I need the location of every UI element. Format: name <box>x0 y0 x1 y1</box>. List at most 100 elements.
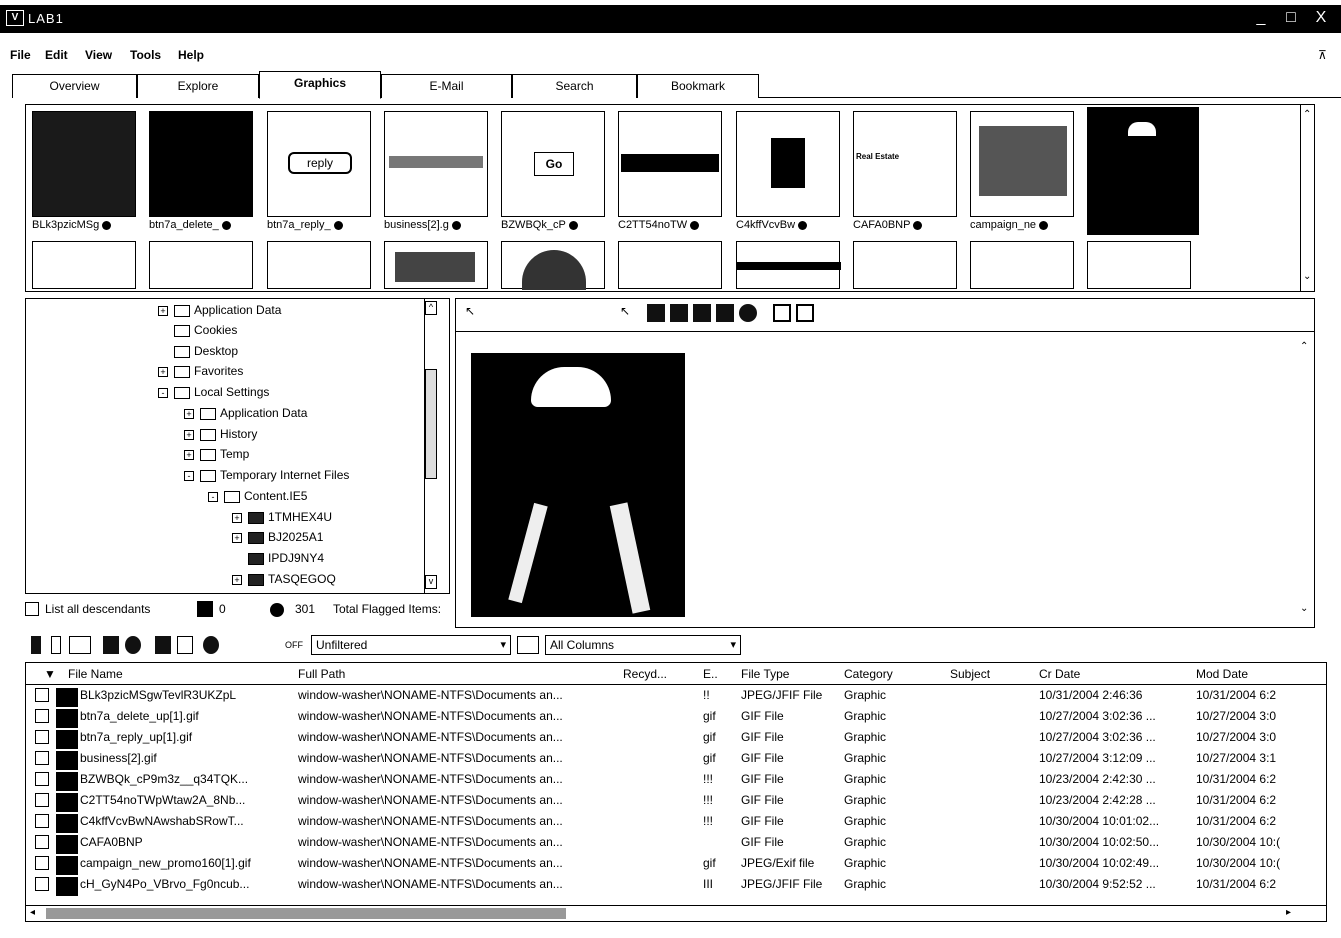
table-row[interactable]: C2TT54noTWpWtaw2A_8Nb... window-washer\NO… <box>26 792 1326 812</box>
col-file-type[interactable]: File Type <box>741 667 789 681</box>
scroll-thumb[interactable] <box>46 908 566 919</box>
tool-icon-b[interactable] <box>125 636 141 654</box>
col-category[interactable]: Category <box>844 667 893 681</box>
tool-icon-a[interactable] <box>103 636 119 654</box>
tab-explore[interactable]: Explore <box>137 74 259 98</box>
menu-file[interactable]: File <box>10 48 31 62</box>
scroll-left-icon[interactable]: ◂ <box>30 907 35 918</box>
tree-node[interactable]: + History <box>184 427 257 447</box>
thumbnail-3[interactable]: reply <box>267 111 371 217</box>
thumbnail-row2[interactable] <box>267 241 371 289</box>
row-checkbox[interactable] <box>35 772 49 786</box>
table-row[interactable]: CAFA0BNP window-washer\NONAME-NTFS\Docume… <box>26 834 1326 854</box>
table-row[interactable]: campaign_new_promo160[1].gif window-washe… <box>26 855 1326 875</box>
filter-toggle-icon[interactable] <box>203 636 219 654</box>
col-subject[interactable]: Subject <box>950 667 990 681</box>
table-row[interactable]: btn7a_reply_up[1].gif window-washer\NONAM… <box>26 729 1326 749</box>
row-checkbox[interactable] <box>35 688 49 702</box>
preview-scrollbar[interactable]: ⌃ ⌄ <box>1300 333 1314 627</box>
menu-view[interactable]: View <box>85 48 112 62</box>
tab-search[interactable]: Search <box>512 74 637 98</box>
tool-icon-d[interactable] <box>177 636 193 654</box>
col-file-name[interactable]: File Name <box>68 667 123 681</box>
thumbnail-6[interactable] <box>618 111 722 217</box>
thumbnail-8[interactable]: Real Estate <box>853 111 957 217</box>
thumbnail-row2[interactable] <box>149 241 253 289</box>
tree-node[interactable]: + Application Data <box>184 406 307 426</box>
row-checkbox[interactable] <box>35 751 49 765</box>
thumbnail-row2[interactable] <box>1087 241 1191 289</box>
scroll-up-icon[interactable]: ⌃ <box>1300 341 1308 352</box>
table-row[interactable]: cH_GyN4Po_VBrvo_Fg0ncub... window-washer\… <box>26 876 1326 896</box>
table-row[interactable]: business[2].gif window-washer\NONAME-NTFS… <box>26 750 1326 770</box>
tree-node[interactable]: + Temp <box>184 447 249 467</box>
row-checkbox[interactable] <box>35 814 49 828</box>
thumbnail-2[interactable] <box>149 111 253 217</box>
col-recycled[interactable]: Recyd... <box>623 667 667 681</box>
close-button[interactable]: X <box>1310 10 1332 28</box>
filter-select[interactable]: Unfiltered ▾ <box>311 635 511 655</box>
row-checkbox[interactable] <box>35 835 49 849</box>
tree-node[interactable]: +1TMHEX4U <box>232 510 332 530</box>
thumbnail-row2[interactable] <box>501 241 605 290</box>
scroll-down-icon[interactable]: ⌄ <box>1303 271 1311 282</box>
pin-icon[interactable]: ⊼ <box>1318 48 1327 62</box>
tree-node[interactable]: - Local Settings <box>158 385 269 405</box>
tree-node[interactable]: + TASQEGOQ <box>232 572 336 592</box>
menu-tools[interactable]: Tools <box>130 48 161 62</box>
tool-icon-c[interactable] <box>155 636 171 654</box>
thumbnail-row2[interactable] <box>32 241 136 289</box>
thumbnail-row2[interactable] <box>736 241 841 289</box>
tree-node[interactable]: - Content.IE5 <box>208 489 307 509</box>
thumbnail-row2[interactable] <box>384 241 488 289</box>
scroll-up-icon[interactable]: ^ <box>425 301 437 315</box>
menu-edit[interactable]: Edit <box>45 48 68 62</box>
scroll-down-icon[interactable]: ⌄ <box>1300 603 1308 614</box>
thumbnail-row2[interactable] <box>970 241 1074 289</box>
scroll-down-icon[interactable]: v <box>425 575 437 589</box>
flag-column-icon[interactable]: ▼ <box>44 667 56 681</box>
table-row[interactable]: BZWBQk_cP9m3z__q34TQK... window-washer\NO… <box>26 771 1326 791</box>
scroll-right-icon[interactable]: ▸ <box>1286 907 1291 918</box>
tab-bookmark[interactable]: Bookmark <box>637 74 759 98</box>
row-checkbox[interactable] <box>35 856 49 870</box>
tree-node[interactable]: + Favorites <box>158 364 243 384</box>
menu-help[interactable]: Help <box>178 48 204 62</box>
thumbnail-5[interactable]: Go <box>501 111 605 217</box>
columns-select[interactable]: All Columns ▾ <box>545 635 741 655</box>
thumbnail-4[interactable] <box>384 111 488 217</box>
table-row[interactable]: BLk3pzicMSgwTevlR3UKZpL window-washer\NON… <box>26 687 1326 707</box>
tree-scrollbar[interactable]: ^ v <box>424 299 438 593</box>
tab-email[interactable]: E-Mail <box>381 74 512 98</box>
tree-node[interactable]: + Application Data <box>158 303 281 323</box>
thumbnail-7[interactable] <box>736 111 840 217</box>
table-row[interactable]: C4kffVcvBwNAwshabSRowT... window-washer\N… <box>26 813 1326 833</box>
row-checkbox[interactable] <box>35 730 49 744</box>
tree-node[interactable]: - Temporary Internet Files <box>184 468 349 488</box>
scroll-thumb[interactable] <box>425 369 437 479</box>
horizontal-scrollbar[interactable]: ◂ ▸ <box>26 905 1326 921</box>
table-row[interactable]: btn7a_delete_up[1].gif window-washer\NONA… <box>26 708 1326 728</box>
thumbnail-9[interactable] <box>970 111 1074 217</box>
columns-icon[interactable] <box>517 636 539 654</box>
row-checkbox[interactable] <box>35 793 49 807</box>
tree-node[interactable]: Cookies <box>174 323 237 343</box>
minimize-button[interactable]: _ <box>1250 10 1272 28</box>
tree-node[interactable]: Desktop <box>174 344 238 364</box>
gallery-scrollbar[interactable]: ⌃ ⌄ <box>1300 105 1314 291</box>
view-icon-3[interactable] <box>69 636 91 654</box>
tab-graphics[interactable]: Graphics <box>259 71 381 99</box>
maximize-button[interactable]: □ <box>1280 10 1302 28</box>
col-full-path[interactable]: Full Path <box>298 667 345 681</box>
col-ext[interactable]: E.. <box>703 667 718 681</box>
list-all-checkbox[interactable] <box>25 602 39 616</box>
col-mod-date[interactable]: Mod Date <box>1196 667 1248 681</box>
tree-node[interactable]: IPDJ9NY4 <box>248 551 324 571</box>
thumbnail-10-selected[interactable] <box>1087 107 1199 235</box>
view-icon-2[interactable] <box>51 636 61 654</box>
col-cr-date[interactable]: Cr Date <box>1039 667 1080 681</box>
row-checkbox[interactable] <box>35 709 49 723</box>
view-icon-1[interactable] <box>31 636 41 654</box>
tab-overview[interactable]: Overview <box>12 74 137 98</box>
thumbnail-1[interactable] <box>32 111 136 217</box>
